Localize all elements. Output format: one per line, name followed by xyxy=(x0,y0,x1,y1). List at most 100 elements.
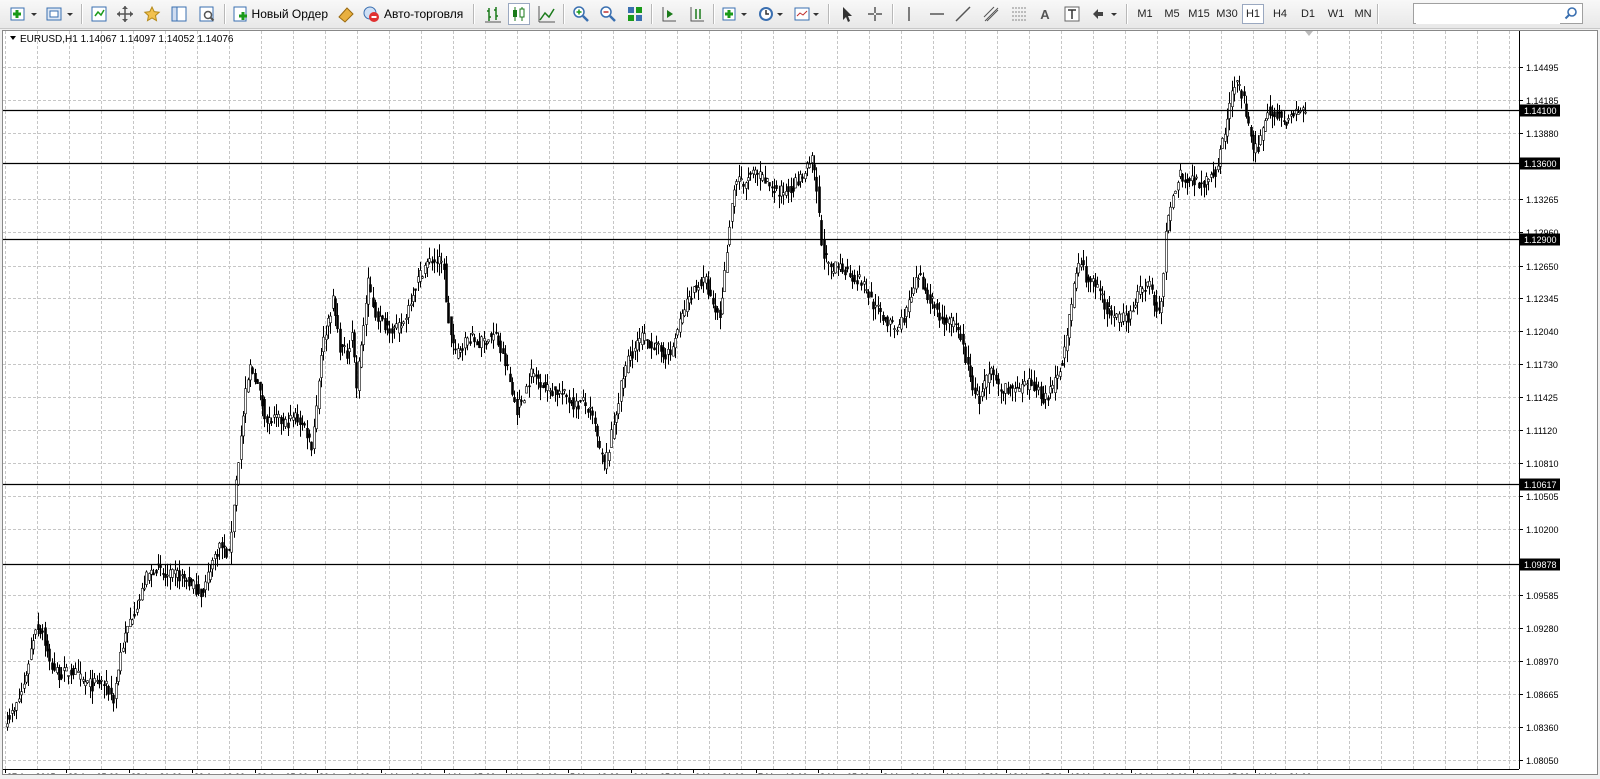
candlestick-chart-button[interactable] xyxy=(508,3,530,25)
candle-body xyxy=(870,291,873,298)
candle-body xyxy=(445,263,448,303)
vertical-line-icon xyxy=(908,7,910,21)
candle-body xyxy=(931,296,934,299)
candle-body xyxy=(1037,386,1040,391)
candle-body xyxy=(433,259,436,263)
time-label: 1 May 13:00 xyxy=(383,772,433,774)
candle-body xyxy=(657,343,660,346)
candle-body xyxy=(450,316,453,336)
star-folder-icon xyxy=(143,5,161,22)
timeframe-d1-button[interactable]: D1 xyxy=(1296,4,1320,24)
chart-shift-button[interactable] xyxy=(686,3,708,25)
time-axis: 27 Apr 2015 28 Apr 05:00 28 Apr 21:00 29 Ap… xyxy=(3,769,1519,779)
candle-body xyxy=(492,334,495,341)
candlestick-chart[interactable]: 1.141001.136001.129001.106171.09878 1.14… xyxy=(3,31,1597,779)
candle-body xyxy=(1179,169,1182,177)
collapse-arrow-icon[interactable] xyxy=(10,36,16,40)
favorites-button[interactable] xyxy=(140,3,164,25)
candle-body xyxy=(577,405,580,410)
crosshair-button[interactable] xyxy=(864,3,886,25)
bar-chart-button[interactable] xyxy=(482,3,504,25)
candle-body xyxy=(70,669,73,676)
metaeditor-button[interactable] xyxy=(335,3,357,25)
candle-body xyxy=(912,287,915,294)
candle-body xyxy=(391,328,394,334)
candle-body xyxy=(742,183,745,187)
candle-body xyxy=(1172,195,1175,208)
search-icon[interactable] xyxy=(1564,6,1578,20)
candle-body xyxy=(86,680,89,683)
candle-body xyxy=(1148,280,1151,287)
timeframe-m1-button[interactable]: M1 xyxy=(1133,4,1157,24)
profiles-button[interactable] xyxy=(44,3,76,25)
timeframe-m15-button[interactable]: M15 xyxy=(1186,4,1212,24)
time-label: 14 May 05:00 xyxy=(1195,772,1250,774)
timeframe-m30-button[interactable]: M30 xyxy=(1214,4,1240,24)
auto-scroll-button[interactable] xyxy=(658,3,680,25)
candle-body xyxy=(405,318,408,320)
new-chart-button[interactable] xyxy=(8,3,40,25)
navigator-button[interactable] xyxy=(114,3,136,25)
candle-body xyxy=(343,345,346,348)
candle-body xyxy=(249,364,252,381)
equidistant-channel-button[interactable] xyxy=(980,3,1002,25)
chart-window[interactable]: 1.14100 1.13600 1.12900 1.10617 1.09878 1.14… xyxy=(2,30,1598,779)
candle-body xyxy=(561,393,564,395)
terminal-button[interactable] xyxy=(168,3,190,25)
text-label-button[interactable] xyxy=(1062,3,1082,25)
market-watch-button[interactable] xyxy=(88,3,110,25)
candle-body xyxy=(454,348,457,351)
candle-body xyxy=(841,263,844,273)
search-box[interactable] xyxy=(1413,3,1583,24)
timeframe-m5-button[interactable]: M5 xyxy=(1160,4,1184,24)
candle-body xyxy=(1004,383,1007,394)
candle-body xyxy=(532,373,535,378)
candle-body xyxy=(891,320,894,322)
magnifier-doc-icon xyxy=(199,6,215,22)
candle-body xyxy=(589,406,592,409)
price-axis: 1.14495 1.14185 1.13880 1.13265 1.12960 1.126… xyxy=(1519,31,1559,769)
zoom-in-button[interactable] xyxy=(570,3,592,25)
candle-body xyxy=(813,164,816,171)
fibonacci-button[interactable] xyxy=(1008,3,1030,25)
candle-body xyxy=(1040,386,1043,400)
candle-body xyxy=(98,679,101,685)
templates-button[interactable] xyxy=(792,3,822,25)
candle-body xyxy=(1280,111,1283,118)
strategy-tester-button[interactable] xyxy=(196,3,218,25)
horizontal-line-icon xyxy=(930,13,944,15)
chart-grid xyxy=(3,31,1519,769)
tile-windows-button[interactable] xyxy=(624,3,646,25)
candle-body xyxy=(506,364,509,366)
text-tool-button[interactable]: A xyxy=(1035,3,1055,25)
indicators-button[interactable] xyxy=(720,3,750,25)
candle-body xyxy=(1092,278,1095,282)
cursor-button[interactable] xyxy=(836,3,858,25)
trendline-button[interactable] xyxy=(952,3,974,25)
candle-body xyxy=(572,397,575,410)
candle-body xyxy=(1110,310,1113,316)
zoom-out-button[interactable] xyxy=(597,3,619,25)
candle-body xyxy=(84,681,87,687)
timeframe-mn-button[interactable]: MN xyxy=(1350,4,1376,24)
timeframe-h1-button[interactable]: H1 xyxy=(1242,4,1264,24)
arrows-button[interactable] xyxy=(1090,3,1120,25)
candle-body xyxy=(1044,392,1047,400)
timeframe-h4-button[interactable]: H4 xyxy=(1268,4,1292,24)
candle-body xyxy=(89,678,92,687)
candle-body xyxy=(133,613,136,617)
auto-trading-button[interactable]: Авто-торговля xyxy=(362,3,468,25)
fibonacci-icon xyxy=(1012,7,1026,21)
periods-button[interactable] xyxy=(756,3,786,25)
vertical-line-button[interactable] xyxy=(900,3,918,25)
new-order-label: Новый Ордер xyxy=(251,7,328,21)
candle-body xyxy=(1118,313,1121,323)
new-order-button[interactable]: Новый Ордер xyxy=(232,3,328,25)
line-chart-button[interactable] xyxy=(536,3,558,25)
indicators-add-icon xyxy=(722,7,747,21)
candle-body xyxy=(893,328,896,330)
timeframe-w1-button[interactable]: W1 xyxy=(1324,4,1348,24)
horizontal-line-button[interactable] xyxy=(926,3,948,25)
search-input[interactable] xyxy=(1416,5,1560,24)
candle-body xyxy=(287,422,290,429)
